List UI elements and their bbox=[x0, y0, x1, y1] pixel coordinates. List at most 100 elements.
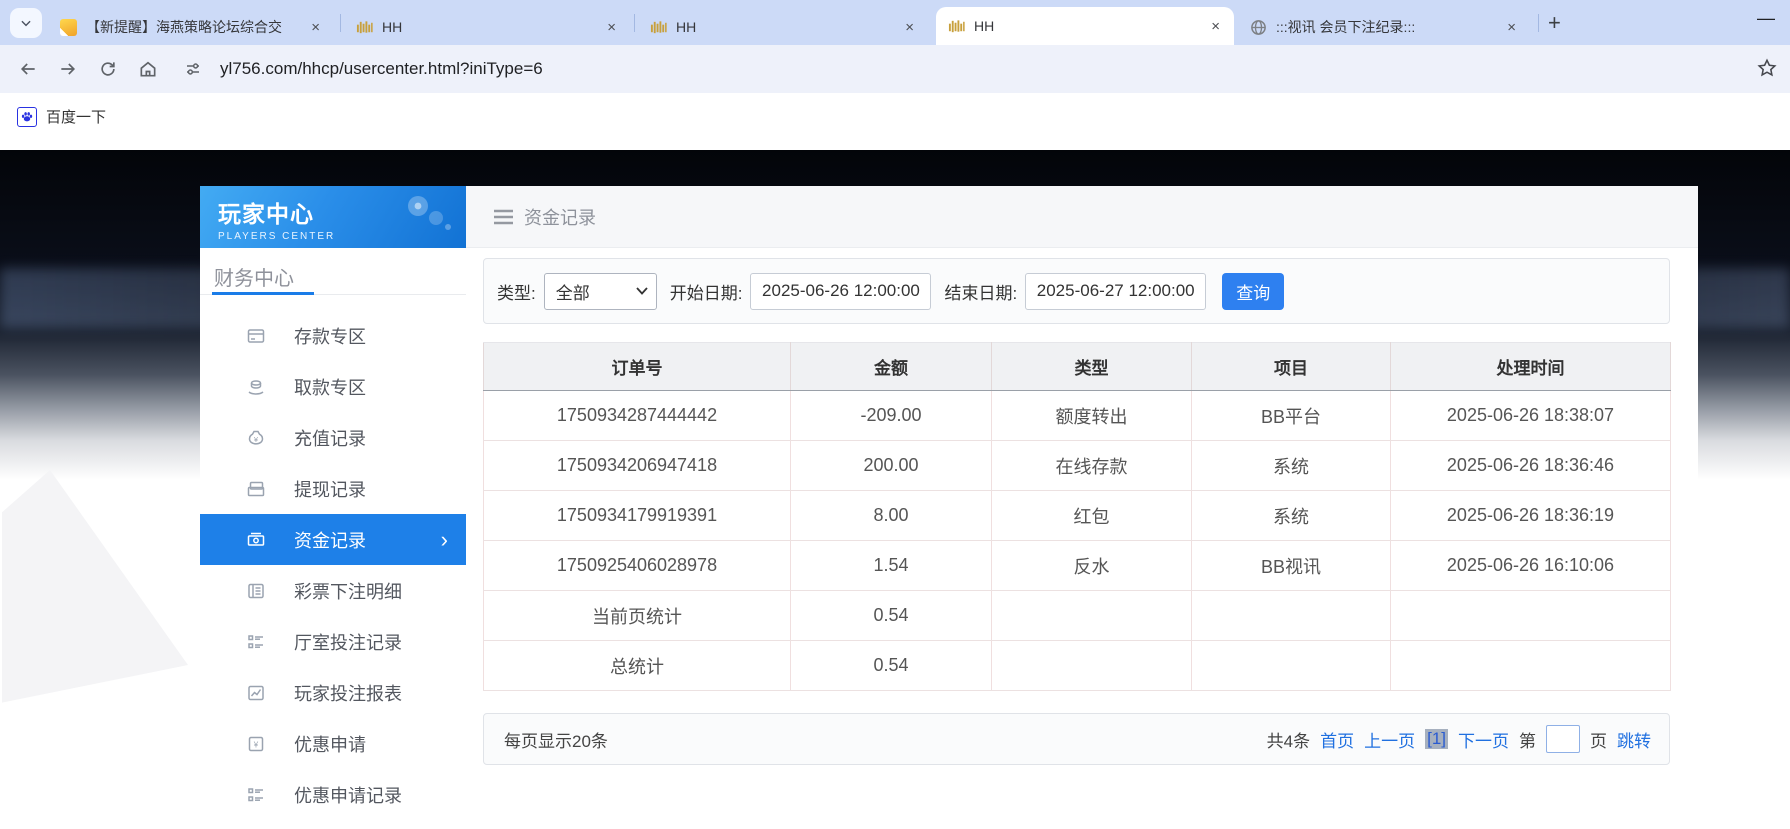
cell-time: 2025-06-26 18:36:46 bbox=[1391, 441, 1671, 491]
bookmark-baidu[interactable]: 百度一下 bbox=[17, 106, 106, 127]
sidebar-item-withdraw[interactable]: 取款专区 bbox=[200, 361, 466, 412]
cell-order: 1750925406028978 bbox=[484, 541, 791, 591]
col-amount: 金额 bbox=[791, 343, 992, 391]
promo-ticket-icon: ¥ bbox=[246, 734, 266, 754]
list-icon bbox=[246, 785, 266, 805]
home-button[interactable] bbox=[128, 59, 168, 79]
close-icon[interactable]: × bbox=[603, 19, 620, 36]
tab-forum[interactable]: 【新提醒】海燕策略论坛综合交 × bbox=[48, 9, 334, 45]
sidebar-item-bet-report[interactable]: 玩家投注报表 bbox=[200, 667, 466, 718]
tab-video-records[interactable]: :::视讯 会员下注纪录::: × bbox=[1238, 9, 1530, 45]
type-select[interactable]: 全部 bbox=[544, 273, 657, 310]
type-label: 类型: bbox=[497, 279, 536, 304]
player-center-sidebar: 玩家中心 PLAYERS CENTER 财务中心 存款专区 取款专区 bbox=[200, 186, 466, 829]
sidebar-item-deposit[interactable]: 存款专区 bbox=[200, 310, 466, 361]
start-date-input[interactable]: 2025-06-26 12:00:00 bbox=[750, 273, 931, 310]
total-count-text: 共4条 bbox=[1267, 727, 1310, 752]
sidebar-item-label: 玩家投注报表 bbox=[294, 680, 402, 706]
hh-gold-icon bbox=[650, 19, 667, 36]
forward-icon bbox=[58, 59, 78, 79]
gamepad-icon bbox=[396, 194, 456, 234]
new-tab-button[interactable]: + bbox=[1548, 10, 1561, 36]
tab-title: :::视讯 会员下注纪录::: bbox=[1276, 17, 1495, 37]
search-button[interactable]: 查询 bbox=[1222, 273, 1284, 310]
sidebar-item-promo-apply[interactable]: ¥ 优惠申请 bbox=[200, 718, 466, 769]
sidebar-item-label: 充值记录 bbox=[294, 425, 366, 451]
cell-amount: 1.54 bbox=[791, 541, 992, 591]
browser-toolbar: yl756.com/hhcp/usercenter.html?iniType=6 bbox=[0, 45, 1790, 93]
pagination-controls: 共4条 首页 上一页 [1] 下一页 第 页 跳转 bbox=[1267, 725, 1651, 753]
sidebar-item-withdrawal-record[interactable]: 提现记录 bbox=[200, 463, 466, 514]
sidebar-item-lottery-bets[interactable]: 彩票下注明细 bbox=[200, 565, 466, 616]
first-page-link[interactable]: 首页 bbox=[1320, 727, 1354, 752]
site-info-button[interactable] bbox=[176, 54, 210, 84]
table-header: 订单号 金额 类型 项目 处理时间 bbox=[484, 343, 1671, 391]
cell-time: 2025-06-26 18:36:19 bbox=[1391, 491, 1671, 541]
address-bar[interactable]: yl756.com/hhcp/usercenter.html?iniType=6 bbox=[220, 59, 543, 79]
sidebar-item-funds-record[interactable]: 资金记录 › bbox=[200, 514, 466, 565]
bookmarks-bar: 百度一下 bbox=[0, 93, 1790, 150]
cell-time bbox=[1391, 641, 1671, 691]
jump-button[interactable]: 跳转 bbox=[1617, 727, 1651, 752]
close-icon[interactable]: × bbox=[1207, 18, 1224, 35]
money-bag-icon: ¥ bbox=[246, 428, 266, 448]
sidebar-item-promo-record[interactable]: 优惠申请记录 bbox=[200, 769, 466, 820]
table-row: 1750925406028978 1.54 反水 BB视讯 2025-06-26… bbox=[484, 541, 1671, 591]
cell-amount: 8.00 bbox=[791, 491, 992, 541]
col-processed-time: 处理时间 bbox=[1391, 343, 1671, 391]
cell-order: 1750934287444442 bbox=[484, 391, 791, 441]
tab-hh-active[interactable]: HH × bbox=[936, 7, 1234, 45]
page-title: 资金记录 bbox=[524, 204, 596, 230]
withdraw-icon bbox=[246, 377, 266, 397]
globe-icon bbox=[1250, 19, 1267, 36]
bookmark-star-button[interactable] bbox=[1756, 57, 1778, 84]
cell-amount: 0.54 bbox=[791, 641, 992, 691]
next-page-link[interactable]: 下一页 bbox=[1458, 727, 1509, 752]
cell-summary-label: 总统计 bbox=[484, 641, 791, 691]
tab-search-button[interactable] bbox=[10, 8, 42, 38]
pagination-bar: 每页显示20条 共4条 首页 上一页 [1] 下一页 第 页 跳转 bbox=[483, 713, 1670, 765]
cell-type: 反水 bbox=[992, 541, 1192, 591]
prev-page-link[interactable]: 上一页 bbox=[1364, 727, 1415, 752]
reload-icon bbox=[98, 59, 118, 79]
sidebar-item-label: 优惠申请 bbox=[294, 731, 366, 757]
forward-button[interactable] bbox=[48, 59, 88, 79]
cell-type: 在线存款 bbox=[992, 441, 1192, 491]
svg-text:¥: ¥ bbox=[254, 434, 259, 443]
cell-item: BB平台 bbox=[1192, 391, 1391, 441]
tab-separator bbox=[340, 14, 341, 32]
col-type: 类型 bbox=[992, 343, 1192, 391]
tab-title: HH bbox=[974, 18, 1199, 34]
hh-gold-icon bbox=[948, 18, 965, 35]
baidu-paw-icon bbox=[17, 107, 37, 127]
tab-title: HH bbox=[676, 19, 893, 35]
window-minimize-button[interactable]: — bbox=[1757, 8, 1775, 29]
type-select-value: 全部 bbox=[556, 279, 636, 304]
back-icon bbox=[18, 59, 38, 79]
tab-hh-2[interactable]: HH × bbox=[638, 9, 928, 45]
hh-gold-icon bbox=[356, 19, 373, 36]
cell-amount: 200.00 bbox=[791, 441, 992, 491]
end-date-input[interactable]: 2025-06-27 12:00:00 bbox=[1025, 273, 1206, 310]
page-size-text: 每页显示20条 bbox=[504, 727, 608, 752]
close-icon[interactable]: × bbox=[901, 19, 918, 36]
deposit-icon bbox=[246, 326, 266, 346]
jump-page-input[interactable] bbox=[1546, 725, 1580, 753]
forum-icon bbox=[60, 19, 77, 36]
sidebar-item-label: 资金记录 bbox=[294, 527, 366, 553]
sidebar-item-recharge-record[interactable]: ¥ 充值记录 bbox=[200, 412, 466, 463]
cell-type bbox=[992, 591, 1192, 641]
current-page-badge: [1] bbox=[1425, 729, 1448, 749]
cell-time: 2025-06-26 18:38:07 bbox=[1391, 391, 1671, 441]
table-row: 1750934206947418 200.00 在线存款 系统 2025-06-… bbox=[484, 441, 1671, 491]
close-icon[interactable]: × bbox=[1503, 19, 1520, 36]
back-button[interactable] bbox=[8, 59, 48, 79]
sidebar-item-label: 厅室投注记录 bbox=[294, 629, 402, 655]
tab-separator bbox=[1538, 14, 1539, 32]
reload-button[interactable] bbox=[88, 59, 128, 79]
tab-hh-1[interactable]: HH × bbox=[344, 9, 630, 45]
close-icon[interactable]: × bbox=[307, 19, 324, 36]
funds-record-table: 订单号 金额 类型 项目 处理时间 1750934287444442 -209.… bbox=[483, 342, 1671, 691]
sidebar-item-hall-bets[interactable]: 厅室投注记录 bbox=[200, 616, 466, 667]
cell-time: 2025-06-26 16:10:06 bbox=[1391, 541, 1671, 591]
